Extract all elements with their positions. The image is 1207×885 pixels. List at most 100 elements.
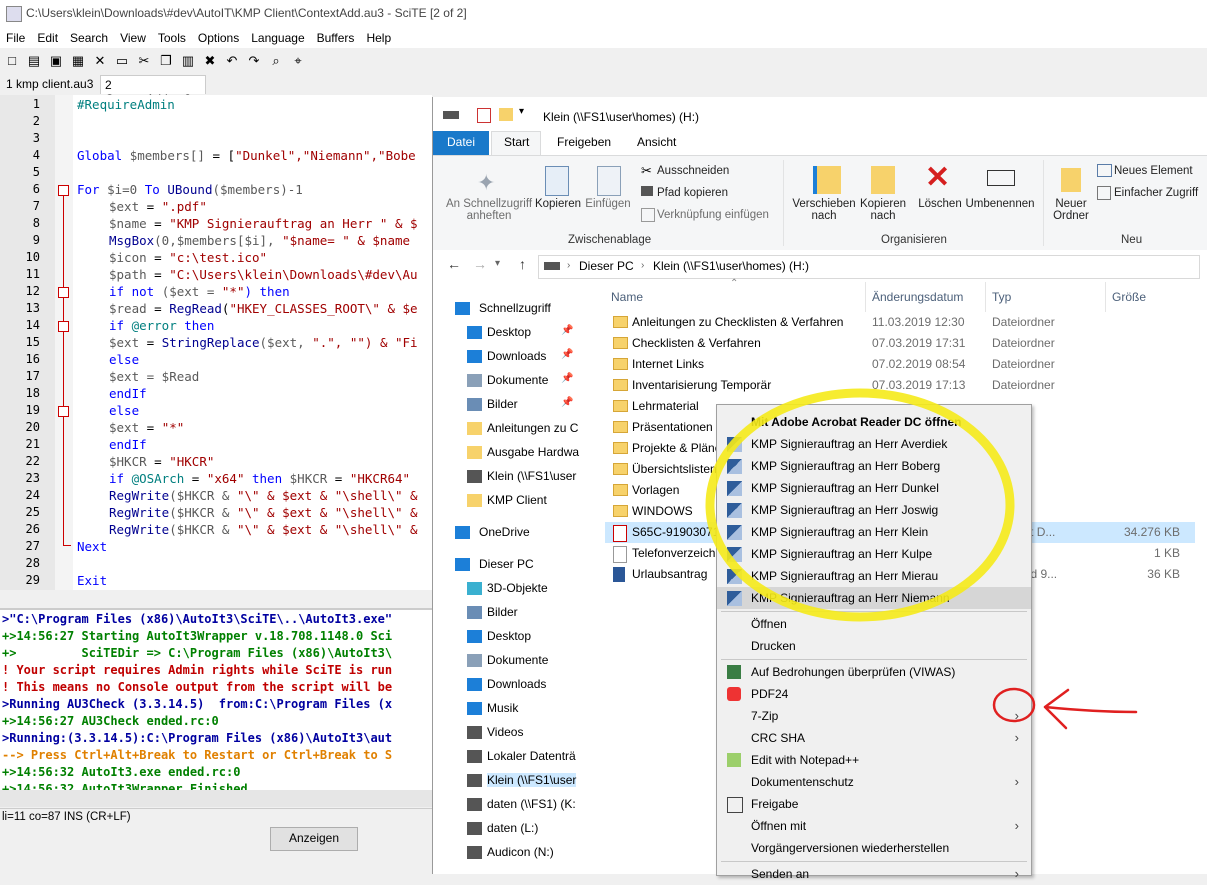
nav-item[interactable]: Dieser PC [479,557,534,571]
editor-console-splitter[interactable] [0,590,432,608]
cut-icon[interactable]: ✂ [136,53,152,69]
context-menu-item[interactable]: Drucken [717,635,1031,657]
nav-item[interactable]: Audicon (N:) [487,845,554,859]
nav-item[interactable]: Dokumente [487,373,548,387]
breadcrumb-dieser-pc[interactable]: Dieser PC [579,259,634,273]
context-menu-item[interactable]: KMP Signierauftrag an Herr Joswig [717,499,1031,521]
nav-item[interactable]: Downloads [487,677,546,691]
nav-item[interactable]: Bilder [487,397,518,411]
nav-item[interactable]: Videos [487,725,523,739]
paste-link-button[interactable]: Verknüpfung einfügen [657,209,769,221]
nav-item[interactable]: Desktop [487,325,531,339]
new-item-button[interactable]: Neues Element [1114,165,1193,177]
menu-options[interactable]: Options [192,28,245,45]
nav-item[interactable]: Dokumente [487,653,548,667]
properties-icon[interactable] [477,108,491,123]
breadcrumb-klein[interactable]: Klein (\\FS1\user\homes) (H:) [653,259,809,273]
context-menu-item[interactable]: KMP Signierauftrag an Herr Klein [717,521,1031,543]
copy-path-button[interactable]: Pfad kopieren [657,187,728,199]
tab-ansicht[interactable]: Ansicht [637,135,676,149]
replace-icon[interactable]: ⌖ [290,53,306,69]
file-row[interactable]: Inventarisierung Temporär 07.03.2019 17:1… [605,375,1195,396]
context-menu-item[interactable]: PDF24 [717,683,1031,705]
paste-button[interactable]: Einfügen [583,198,633,210]
tab-contextadd[interactable]: 2 ContextAdd.au3 [100,75,206,106]
context-menu-item[interactable]: KMP Signierauftrag an Herr Mierau [717,565,1031,587]
nav-item[interactable]: Downloads [487,349,546,363]
back-arrow-icon[interactable]: ← [447,256,461,272]
up-arrow-icon[interactable]: ↑ [519,256,526,272]
context-menu-item[interactable]: Senden an › [717,863,1031,885]
context-menu-item[interactable]: Vorgängerversionen wiederherstellen [717,837,1031,859]
recent-chevron-icon[interactable]: ▾ [495,258,500,269]
nav-item[interactable]: Schnellzugriff [479,301,551,315]
undo-icon[interactable]: ↶ [224,53,240,69]
file-row[interactable]: Anleitungen zu Checklisten & Verfahren 11… [605,312,1195,333]
menu-help[interactable]: Help [360,28,397,45]
search-icon[interactable]: ⌕ [268,53,284,69]
new-folder-quick-icon[interactable] [499,108,513,121]
nav-item[interactable]: OneDrive [479,525,530,539]
chevron-down-icon[interactable]: ▾ [519,106,524,117]
paste-icon[interactable]: ▥ [180,53,196,69]
delete-button[interactable]: Löschen [915,198,965,210]
menu-edit[interactable]: Edit [31,28,64,45]
code-editor[interactable]: 1 2 3 4 5 6 7 8 9 10 11 12 13 14 15 16 17 18 19 20 21 22 23 24 2… [0,95,432,590]
console-horizontal-scrollbar[interactable] [0,790,432,807]
easy-access-button[interactable]: Einfacher Zugriff [1114,187,1198,199]
file-row[interactable]: Checklisten & Verfahren 07.03.2019 17:31 D… [605,333,1195,354]
redo-icon[interactable]: ↷ [246,53,262,69]
nav-item[interactable]: Musik [487,701,518,715]
context-menu-item[interactable]: 7-Zip › [717,705,1031,727]
fold-toggle[interactable] [58,287,69,298]
context-menu-item[interactable]: Öffnen [717,613,1031,635]
nav-item[interactable]: Klein (\\FS1\user [487,773,577,787]
context-menu-item[interactable]: KMP Signierauftrag an Herr Boberg [717,455,1031,477]
menu-tools[interactable]: Tools [152,28,192,45]
print-icon[interactable]: ▭ [114,53,130,69]
context-menu-item[interactable]: KMP Signierauftrag an Herr Dunkel [717,477,1031,499]
open-folder-icon[interactable]: ▤ [26,53,42,69]
nav-item[interactable]: Bilder [487,605,518,619]
context-menu-item[interactable]: Dokumentenschutz › [717,771,1031,793]
pin-icon[interactable]: 📌 [561,373,573,384]
anzeigen-button[interactable]: Anzeigen [270,827,358,851]
pin-quick-access-button[interactable]: An Schnellzugriff anheften [439,198,539,222]
column-size[interactable]: Größe [1112,290,1146,304]
new-file-icon[interactable]: □ [4,53,20,69]
nav-item[interactable]: daten (L:) [487,821,538,835]
fold-toggle[interactable] [58,406,69,417]
context-menu-item[interactable]: Edit with Notepad++ [717,749,1031,771]
context-menu-item[interactable]: Auf Bedrohungen überprüfen (VIWAS) [717,661,1031,683]
tab-freigeben[interactable]: Freigeben [557,135,611,149]
nav-item[interactable]: daten (\\FS1) (K: [487,797,576,811]
new-folder-button[interactable]: Neuer Ordner [1047,198,1095,222]
menu-buffers[interactable]: Buffers [311,28,361,45]
context-menu-item[interactable]: Mit Adobe Acrobat Reader DC öffnen [717,411,1031,433]
nav-item[interactable]: Anleitungen zu C [487,421,578,435]
menu-view[interactable]: View [114,28,152,45]
nav-item[interactable]: Lokaler Datenträ [487,749,576,763]
delete-icon[interactable]: ✖ [202,53,218,69]
nav-item[interactable]: Desktop [487,629,531,643]
nav-item[interactable]: KMP Client [487,493,547,507]
context-menu-item[interactable]: Öffnen mit › [717,815,1031,837]
menu-file[interactable]: File [0,28,31,45]
copy-icon[interactable]: ❐ [158,53,174,69]
menu-language[interactable]: Language [245,28,310,45]
context-menu-item[interactable]: KMP Signierauftrag an Herr Averdiek [717,433,1031,455]
fold-toggle[interactable] [58,321,69,332]
nav-item[interactable]: Ausgabe Hardwa [487,445,579,459]
close-icon[interactable]: ✕ [92,53,108,69]
column-date[interactable]: Änderungsdatum [872,290,963,304]
save-icon[interactable]: ▣ [48,53,64,69]
cut-button[interactable]: Ausschneiden [657,165,729,177]
pin-icon[interactable]: 📌 [561,397,573,408]
pin-icon[interactable]: 📌 [561,325,573,336]
save-all-icon[interactable]: ▦ [70,53,86,69]
context-menu-item[interactable]: KMP Signierauftrag an Herr Kulpe [717,543,1031,565]
move-to-button[interactable]: Verschieben nach [791,198,857,222]
copy-to-button[interactable]: Kopieren nach [857,198,909,222]
forward-arrow-icon[interactable]: → [473,256,487,272]
output-console[interactable]: >"C:\Program Files (x86)\AutoIt3\SciTE\.… [0,608,432,792]
